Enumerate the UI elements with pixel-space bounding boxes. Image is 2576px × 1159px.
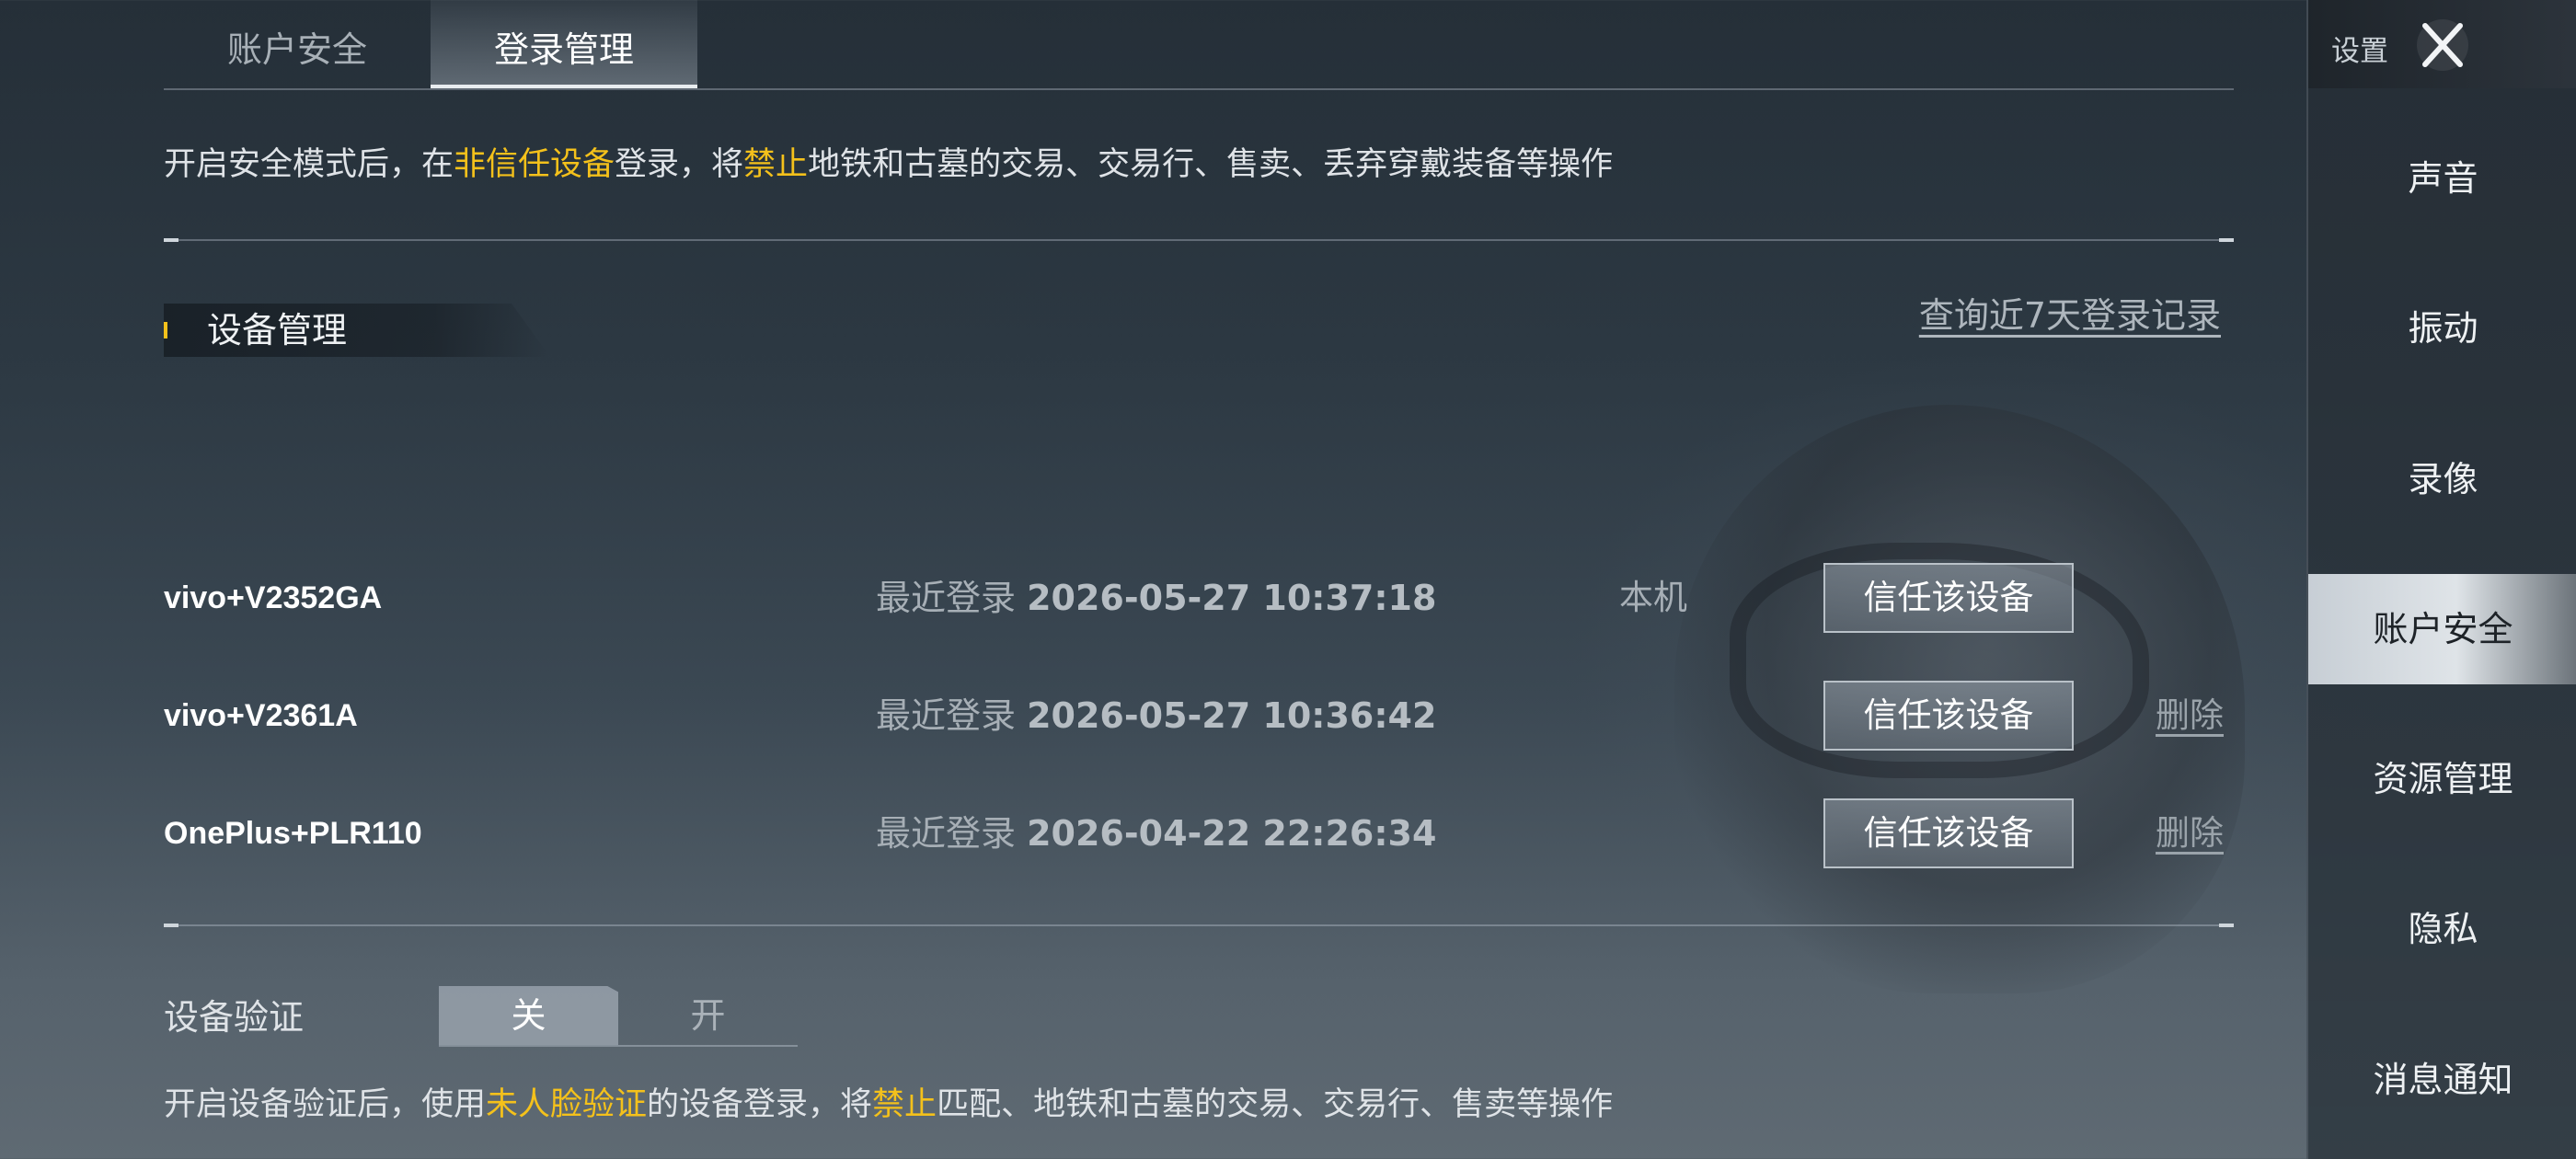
sidebar-item-resource-management[interactable]: 资源管理 <box>2308 724 2576 834</box>
settings-title: 设置 <box>2331 35 2388 68</box>
notice-text: 匹配、地铁和古墓的交易、交易行、售卖等操作 <box>937 1086 1614 1123</box>
device-verify-label: 设备验证 <box>164 997 305 1038</box>
device-row: vivo+V2361A 最近登录 2026-05-27 10:36:42 信任该… <box>0 679 2254 752</box>
notice-highlight-untrusted: 非信任设备 <box>454 146 615 183</box>
notice-highlight-forbid: 禁止 <box>872 1086 937 1123</box>
notice-highlight-forbid: 禁止 <box>743 146 809 183</box>
top-tab-bar: 账户安全 登录管理 <box>164 0 2234 90</box>
sidebar-item-privacy[interactable]: 隐私 <box>2308 874 2576 984</box>
delete-device-link[interactable]: 删除 <box>2156 679 2224 752</box>
notice-text: 地铁和古墓的交易、交易行、售卖、丢弃穿戴装备等操作 <box>808 146 1614 183</box>
device-name: OnePlus+PLR110 <box>164 816 422 851</box>
last-login-timestamp: 2026-04-22 22:26:34 <box>1027 813 1437 854</box>
device-last-login: 最近登录 2026-05-27 10:36:42 <box>876 679 1436 752</box>
trust-device-button[interactable]: 信任该设备 <box>1823 563 2074 633</box>
device-name: vivo+V2361A <box>164 698 358 733</box>
notice-text: 开启设备验证后，使用 <box>164 1086 487 1123</box>
notice-text: 登录，将 <box>615 146 744 183</box>
toggle-on-option[interactable]: 开 <box>618 986 798 1045</box>
device-name: vivo+V2352GA <box>164 580 383 615</box>
device-row: OnePlus+PLR110 最近登录 2026-04-22 22:26:34 … <box>0 797 2254 870</box>
security-mode-notice: 开启安全模式后，在非信任设备登录，将禁止地铁和古墓的交易、交易行、售卖、丢弃穿戴… <box>164 138 1613 185</box>
device-management-title: 设备管理 <box>207 310 348 350</box>
query-login-records-link[interactable]: 查询近7天登录记录 <box>1919 287 2221 338</box>
trust-device-button[interactable]: 信任该设备 <box>1823 681 2074 751</box>
notice-highlight-no-face: 未人脸验证 <box>486 1086 648 1123</box>
section-marker <box>164 322 167 339</box>
tab-login-management[interactable]: 登录管理 <box>431 0 697 88</box>
divider <box>164 238 2234 242</box>
device-last-login: 最近登录 2026-05-27 10:37:18 <box>876 561 1436 635</box>
last-login-timestamp: 2026-05-27 10:36:42 <box>1027 695 1437 736</box>
device-verify-notice: 开启设备验证后，使用未人脸验证的设备登录，将禁止匹配、地铁和古墓的交易、交易行、… <box>164 1078 1613 1125</box>
device-verify-toggle[interactable]: 关 开 <box>439 986 798 1047</box>
notice-text: 的设备登录，将 <box>647 1086 873 1123</box>
close-icon[interactable] <box>2414 17 2471 74</box>
trust-device-button[interactable]: 信任该设备 <box>1823 798 2074 868</box>
sidebar-item-notifications[interactable]: 消息通知 <box>2308 1025 2576 1135</box>
last-login-label: 最近登录 <box>876 813 1017 854</box>
device-last-login: 最近登录 2026-04-22 22:26:34 <box>876 797 1436 870</box>
sidebar-item-account-security[interactable]: 账户安全 <box>2308 574 2576 684</box>
sidebar-item-sound[interactable]: 声音 <box>2308 123 2576 234</box>
settings-sidebar: 设置 声音 振动 录像 账户安全 资源管理 隐私 消息通知 <box>2306 0 2576 1159</box>
sidebar-item-recording[interactable]: 录像 <box>2308 424 2576 534</box>
notice-text: 开启安全模式后，在 <box>164 146 454 183</box>
last-login-timestamp: 2026-05-27 10:37:18 <box>1027 578 1437 618</box>
sidebar-header: 设置 <box>2308 0 2576 88</box>
last-login-label: 最近登录 <box>876 578 1017 618</box>
tab-account-security[interactable]: 账户安全 <box>164 0 431 88</box>
last-login-label: 最近登录 <box>876 695 1017 736</box>
delete-device-link[interactable]: 删除 <box>2156 797 2224 870</box>
sidebar-item-vibration[interactable]: 振动 <box>2308 273 2576 384</box>
device-row: vivo+V2352GA 最近登录 2026-05-27 10:37:18 本机… <box>0 561 2254 635</box>
toggle-off-option[interactable]: 关 <box>439 986 618 1045</box>
current-device-label: 本机 <box>1619 578 1687 617</box>
divider <box>164 924 2234 927</box>
